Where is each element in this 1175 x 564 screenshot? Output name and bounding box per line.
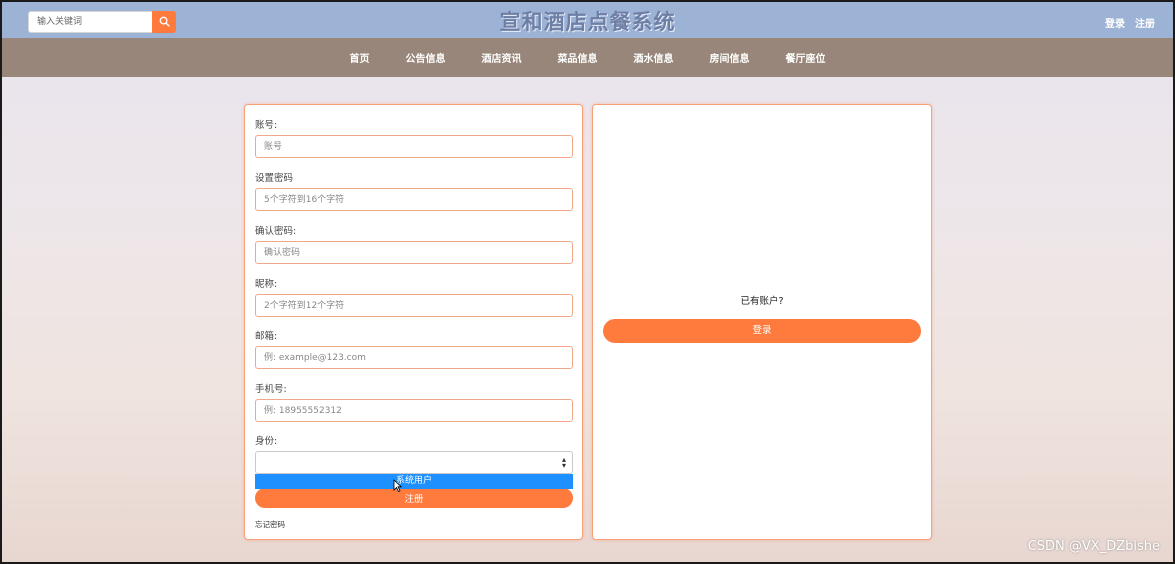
identity-label: 身份: — [255, 436, 278, 447]
account-input[interactable] — [255, 135, 573, 158]
login-panel: 已有账户? 登录 — [592, 104, 932, 540]
phone-label: 手机号: — [255, 384, 287, 395]
forgot-password-link[interactable]: 忘记密码 — [255, 519, 285, 530]
register-button-label: 注册 — [404, 494, 424, 505]
phone-input[interactable] — [255, 399, 573, 422]
email-input[interactable] — [255, 346, 573, 369]
nav-item-rooms[interactable]: 房间信息 — [692, 50, 768, 65]
account-label: 账号: — [255, 120, 278, 131]
select-arrows-icon: ▴ ▾ — [561, 455, 566, 470]
login-link[interactable]: 登录 — [1105, 15, 1125, 30]
nav-item-announcements[interactable]: 公告信息 — [388, 50, 464, 65]
identity-option-system-user[interactable]: 系统用户 — [255, 474, 573, 489]
mouse-cursor-icon — [393, 479, 403, 495]
identity-select[interactable]: ▴ ▾ — [255, 451, 573, 474]
main-nav: 首页 公告信息 酒店资讯 菜品信息 酒水信息 房间信息 餐厅座位 — [2, 38, 1173, 77]
window-frame — [0, 0, 1175, 564]
nav-item-seats[interactable]: 餐厅座位 — [768, 50, 844, 65]
email-label: 邮箱: — [255, 331, 278, 342]
password-input[interactable] — [255, 188, 573, 211]
nickname-input[interactable] — [255, 294, 573, 317]
nav-item-hotel-news[interactable]: 酒店资讯 — [464, 50, 540, 65]
watermark: CSDN @VX_DZbishe — [1027, 539, 1160, 554]
register-panel: 账号: 设置密码 确认密码: 昵称: 邮箱: 手机号: 身份: ▴▾ 注册 系统… — [244, 104, 583, 540]
have-account-text: 已有账户? — [740, 296, 784, 307]
nav-item-dishes[interactable]: 菜品信息 — [540, 50, 616, 65]
login-button[interactable]: 登录 — [603, 319, 921, 343]
password-label: 设置密码 — [255, 173, 294, 184]
nav-item-home[interactable]: 首页 — [332, 50, 388, 65]
nickname-label: 昵称: — [255, 279, 278, 290]
top-header: 宣和酒店点餐系统 登录 注册 — [2, 2, 1173, 38]
register-link[interactable]: 注册 — [1135, 15, 1155, 30]
site-title: 宣和酒店点餐系统 — [499, 9, 676, 34]
nav-item-drinks[interactable]: 酒水信息 — [616, 50, 692, 65]
register-button[interactable]: 注册 — [255, 488, 573, 508]
auth-links: 登录 注册 — [1105, 15, 1155, 30]
confirm-password-label: 确认密码: — [255, 226, 297, 237]
confirm-password-input[interactable] — [255, 241, 573, 264]
